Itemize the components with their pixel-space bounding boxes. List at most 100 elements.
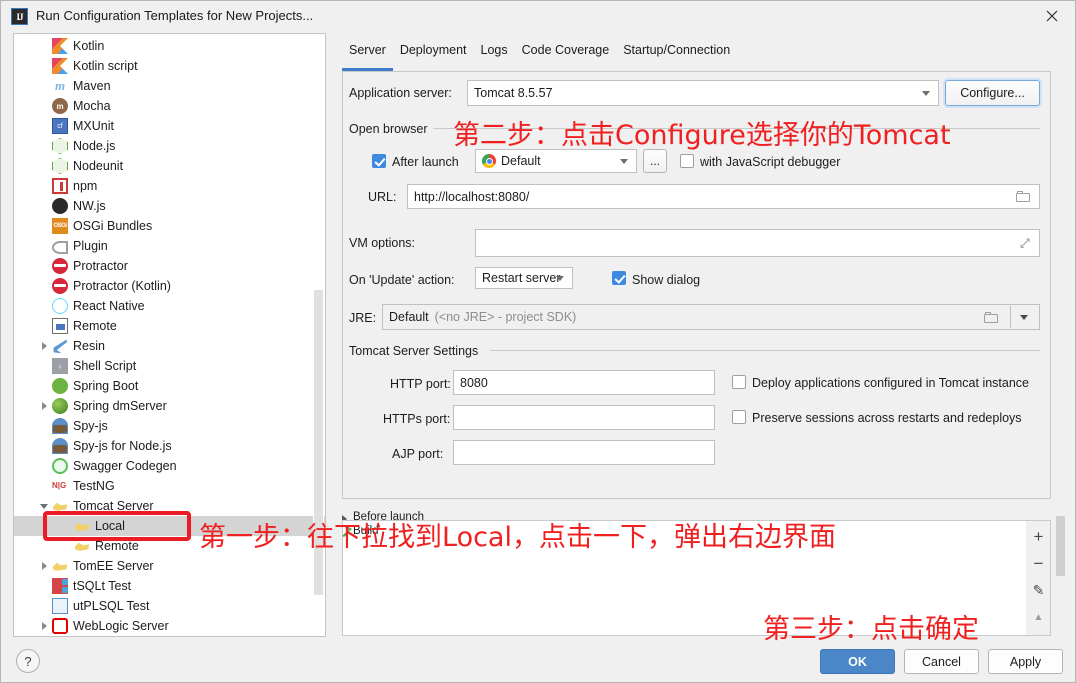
twisty-right-icon[interactable] (36, 556, 52, 576)
tree-item-label: tSQLt Test (73, 579, 132, 593)
tree-item-testng[interactable]: N|G TestNG (14, 476, 325, 496)
pencil-icon[interactable]: ✎ (1026, 577, 1051, 604)
tree-item-utplsql-test[interactable]: utPLSQL Test (14, 596, 325, 616)
spy-js-icon (52, 418, 68, 434)
arrow-up-icon[interactable]: ▲ (1026, 604, 1051, 631)
tab-logs[interactable]: Logs (474, 43, 515, 65)
tsqlt-icon (52, 578, 68, 594)
tree-item-kotlin-script[interactable]: Kotlin script (14, 56, 325, 76)
tree-item-spy-js[interactable]: Spy-js (14, 416, 325, 436)
chevron-down-icon[interactable] (1020, 315, 1028, 320)
tab-server[interactable]: Server (342, 43, 393, 71)
tree-item-swagger-codegen[interactable]: Swagger Codegen (14, 456, 325, 476)
cancel-button[interactable]: Cancel (904, 649, 979, 674)
tree-item-label: Remote (73, 319, 117, 333)
folder-icon[interactable] (984, 312, 999, 324)
tree-item-label: Maven (73, 79, 111, 93)
title-bar: IJ Run Configuration Templates for New P… (1, 1, 1075, 31)
deploy-apps-checkbox[interactable] (732, 375, 746, 389)
jre-value: Default (389, 310, 429, 324)
tree-item-label: Kotlin script (73, 59, 138, 73)
tree-item-plugin[interactable]: Plugin (14, 236, 325, 256)
osgi-icon: OSGi (52, 218, 68, 234)
browse-browser-button[interactable]: ... (643, 149, 667, 173)
tree-item-tomee-server[interactable]: TomEE Server (14, 556, 325, 576)
tree-item-react-native[interactable]: React Native (14, 296, 325, 316)
tree-item-label: Protractor (Kotlin) (73, 279, 171, 293)
js-debugger-checkbox[interactable] (680, 154, 694, 168)
expand-icon[interactable] (1019, 235, 1031, 251)
twisty-right-icon[interactable] (36, 336, 52, 356)
tree-item-npm[interactable]: npm (14, 176, 325, 196)
tab-bar[interactable]: Server Deployment Logs Code Coverage Startup… (342, 43, 737, 71)
resin-icon (53, 339, 68, 354)
tree-item-spring-boot[interactable]: Spring Boot (14, 376, 325, 396)
dialog-scrollbar-thumb[interactable] (1056, 516, 1065, 576)
plus-icon[interactable]: + (1026, 523, 1051, 550)
before-launch-list[interactable] (342, 520, 1030, 636)
tree-item-protractor[interactable]: Protractor (14, 256, 325, 276)
tree-item-weblogic-server[interactable]: WebLogic Server (14, 616, 325, 636)
application-server-combo[interactable]: Tomcat 8.5.57 (467, 80, 939, 106)
configure-button[interactable]: Configure... (945, 80, 1040, 106)
vm-options-input[interactable] (475, 229, 1040, 257)
folder-icon[interactable] (1016, 191, 1031, 203)
minus-icon[interactable]: − (1026, 550, 1051, 577)
url-value: http://localhost:8080/ (414, 189, 530, 204)
run-config-tree[interactable]: Kotlin Kotlin script m Maven m Mocha cf MXUnit N… (13, 33, 326, 637)
jre-input[interactable]: Default (<no JRE> - project SDK) (382, 304, 1040, 330)
tree-item-node-js[interactable]: Node.js (14, 136, 325, 156)
tree-item-label: npm (73, 179, 98, 193)
on-update-label: On 'Update' action: (349, 273, 455, 287)
ajp-port-input[interactable] (453, 440, 715, 465)
https-port-input[interactable] (453, 405, 715, 430)
twisty-down-icon[interactable] (36, 496, 52, 516)
tab-startup-connection[interactable]: Startup/Connection (616, 43, 737, 65)
after-launch-checkbox[interactable] (372, 154, 386, 168)
tree-item-spring-dmserver[interactable]: Spring dmServer (14, 396, 325, 416)
tree-item-remote[interactable]: Remote (14, 536, 325, 556)
application-server-value: Tomcat 8.5.57 (474, 86, 553, 100)
ok-button[interactable]: OK (820, 649, 895, 674)
twisty-right-icon[interactable] (36, 396, 52, 416)
tree-item-label: Shell Script (73, 359, 137, 373)
on-update-combo[interactable]: Restart server (475, 267, 573, 289)
tree-item-spy-js-for-node-js[interactable]: Spy-js for Node.js (14, 436, 325, 456)
tree-item-osgi-bundles[interactable]: OSGi OSGi Bundles (14, 216, 325, 236)
tree-item-mxunit[interactable]: cf MXUnit (14, 116, 325, 136)
http-port-input[interactable]: 8080 (453, 370, 715, 395)
on-update-value: Restart server (482, 271, 561, 285)
tree-item-resin[interactable]: Resin (14, 336, 325, 356)
preserve-sessions-checkbox[interactable] (732, 410, 746, 424)
chevron-down-icon (620, 159, 628, 164)
tree-item-tomcat-server[interactable]: Tomcat Server (14, 496, 325, 516)
tomcat-icon (74, 542, 90, 551)
url-input[interactable]: http://localhost:8080/ (407, 184, 1040, 209)
tree-item-nodeunit[interactable]: Nodeunit (14, 156, 325, 176)
twisty-right-icon[interactable] (36, 616, 52, 636)
tree-item-maven[interactable]: m Maven (14, 76, 325, 96)
tree-item-kotlin[interactable]: Kotlin (14, 36, 325, 56)
apply-button[interactable]: Apply (988, 649, 1063, 674)
tree-item-protractor-kotlin[interactable]: Protractor (Kotlin) (14, 276, 325, 296)
browser-combo[interactable]: Default (475, 149, 637, 173)
weblogic-icon (52, 618, 68, 634)
tree-item-shell-script[interactable]: › Shell Script (14, 356, 325, 376)
tree-scrollbar[interactable] (313, 35, 324, 635)
close-icon[interactable] (1029, 1, 1075, 31)
tree-scrollbar-thumb[interactable] (314, 290, 323, 595)
tree-item-local[interactable]: Local (14, 516, 325, 536)
tree-item-nw-js[interactable]: NW.js (14, 196, 325, 216)
tree-item-mocha[interactable]: m Mocha (14, 96, 325, 116)
tab-deployment[interactable]: Deployment (393, 43, 474, 65)
tab-code-coverage[interactable]: Code Coverage (515, 43, 617, 65)
show-dialog-checkbox[interactable] (612, 271, 626, 285)
before-launch-item-build[interactable]: Build (353, 525, 379, 537)
help-button[interactable]: ? (16, 649, 40, 673)
tree-item-remote[interactable]: Remote (14, 316, 325, 336)
tree-item-tsqlt-test[interactable]: tSQLt Test (14, 576, 325, 596)
